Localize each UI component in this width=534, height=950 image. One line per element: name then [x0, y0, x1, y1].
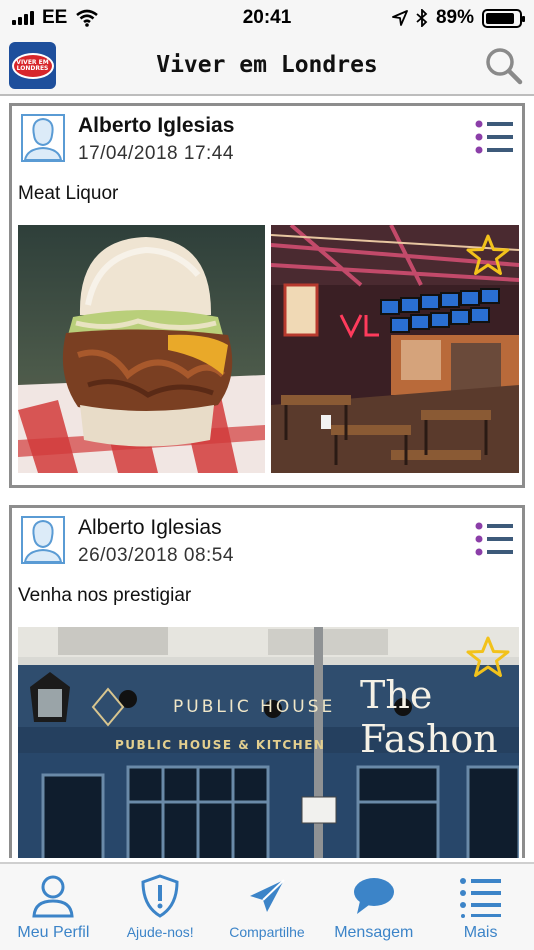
battery-icon — [482, 8, 525, 28]
tab-mensagem[interactable]: Mensagem — [321, 864, 426, 950]
list-menu-icon — [475, 120, 513, 154]
tab-compartilhe[interactable]: Compartilhe — [214, 864, 319, 950]
post-text: Meat Liquor — [18, 183, 119, 204]
logo-text: VIVER EM LONDRES — [11, 52, 54, 79]
list-menu-icon — [475, 522, 513, 556]
post-author: Alberto Iglesias — [78, 516, 222, 539]
page-title: Viver em Londres — [156, 52, 378, 78]
post-card[interactable]: Alberto Iglesias 17/04/2018 17:44 Meat L… — [9, 103, 525, 488]
carrier-label: EE — [42, 7, 68, 28]
location-arrow-icon — [392, 10, 408, 26]
tab-label: Mais — [463, 924, 498, 941]
burger-photo[interactable] — [18, 225, 265, 473]
post-text: Venha nos prestigiar — [18, 585, 192, 606]
tab-meu-perfil[interactable]: Meu Perfil — [1, 864, 106, 950]
battery-fill — [486, 12, 515, 24]
sign-public-house-kitchen: PUBLIC HOUSE & KITCHEN — [115, 738, 326, 752]
sign-public-house: PUBLIC HOUSE — [173, 697, 336, 717]
send-icon — [249, 879, 285, 912]
post-date: 26/03/2018 08:54 — [78, 545, 234, 566]
search-button[interactable] — [484, 46, 524, 86]
sign-the-fashon: The Fashon — [360, 673, 498, 761]
feed[interactable]: Alberto Iglesias 17/04/2018 17:44 Meat L… — [0, 98, 534, 858]
tab-label: Ajude-nos! — [126, 924, 194, 940]
app-logo[interactable]: VIVER EM LONDRES — [9, 42, 56, 89]
status-bar: EE 20:41 89% — [0, 0, 534, 36]
chat-bubble-icon — [353, 878, 394, 914]
tab-mais[interactable]: Mais — [428, 864, 533, 950]
pub-facade-photo[interactable]: PUBLIC HOUSE PUBLIC HOUSE & KITCHEN The … — [18, 627, 519, 858]
post-card[interactable]: Alberto Iglesias 26/03/2018 08:54 Venha … — [9, 505, 525, 858]
search-icon — [486, 48, 523, 85]
app-header: VIVER EM LONDRES Viver em Londres — [0, 36, 534, 96]
tab-label: Compartilhe — [229, 924, 305, 940]
tab-ajude-nos[interactable]: Ajude-nos! — [108, 864, 213, 950]
post-menu-button[interactable] — [474, 118, 514, 156]
battery-percent: 89% — [435, 7, 474, 28]
list-icon — [459, 878, 501, 918]
avatar-icon — [21, 516, 65, 564]
profile-icon — [32, 875, 74, 918]
shield-icon — [141, 874, 179, 918]
favorite-star-icon[interactable] — [465, 635, 511, 679]
tab-label: Mensagem — [334, 924, 414, 941]
avatar-icon — [21, 114, 65, 162]
bluetooth-icon — [416, 9, 428, 27]
tab-bar: Meu Perfil Ajude-nos! Compartilhe Mensag… — [0, 862, 534, 950]
wifi-icon — [76, 9, 99, 27]
tab-label: Meu Perfil — [17, 924, 90, 941]
post-date: 17/04/2018 17:44 — [78, 143, 234, 164]
favorite-star-icon[interactable] — [465, 233, 511, 277]
restaurant-interior-photo[interactable] — [271, 225, 519, 473]
post-author: Alberto Iglesias — [78, 114, 235, 137]
signal-icon — [12, 11, 34, 25]
post-menu-button[interactable] — [474, 520, 514, 558]
